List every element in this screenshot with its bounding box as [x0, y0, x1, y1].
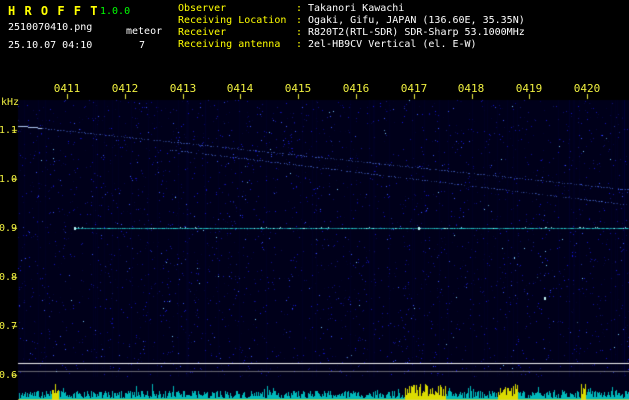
app-version: 1.0.0 [100, 6, 131, 17]
x-axis-tick-label: 0420 [573, 82, 601, 95]
y-axis-tick-label: 0.7 [0, 321, 17, 332]
info-separator: : [296, 3, 303, 14]
x-axis-tick-label: 0419 [515, 82, 543, 95]
x-axis-tick-label: 0411 [53, 82, 81, 95]
info-row-receiver: Receiver: R820T2(RTL-SDR) SDR-Sharp 53.10… [178, 27, 525, 38]
x-axis-tick-label: 0414 [226, 82, 254, 95]
info-separator: : [296, 27, 303, 38]
info-value: 2el-HB9CV Vertical (el. E-W) [308, 39, 477, 50]
y-axis-unit-label: kHz [1, 97, 20, 108]
y-axis-tick-label: 0.9 [0, 223, 17, 234]
echo-count: 7 [139, 40, 146, 51]
info-separator: : [296, 15, 303, 26]
spectrogram-canvas [0, 55, 629, 400]
x-axis-tick-label: 0412 [111, 82, 139, 95]
info-row-observer: Observer: Takanori Kawachi [178, 3, 404, 14]
output-filename: 2510070410.png [8, 22, 93, 33]
hrofft-window: H R O F F T 1.0.0 2510070410.png meteor … [0, 0, 629, 400]
y-axis-tick-label: 1.1 [0, 125, 17, 136]
app-title: H R O F F T [8, 4, 99, 18]
info-row-antenna: Receiving antenna:2el-HB9CV Vertical (el… [178, 39, 477, 50]
info-label: Observer [178, 3, 227, 14]
x-axis-tick-label: 0417 [400, 82, 428, 95]
info-separator: : [296, 39, 303, 50]
info-value: Takanori Kawachi [308, 3, 405, 14]
x-axis-tick-label: 0415 [284, 82, 312, 95]
mode-label: meteor [126, 26, 163, 37]
info-value: Ogaki, Gifu, JAPAN (136.60E, 35.35N) [308, 15, 525, 26]
observation-datetime: 25.10.07 04:10 [8, 40, 93, 51]
info-value: R820T2(RTL-SDR) SDR-Sharp 53.1000MHz [308, 27, 525, 38]
y-axis-tick-label: 0.8 [0, 272, 17, 283]
info-label: Receiving Location [178, 15, 287, 26]
x-axis-tick-label: 0418 [457, 82, 485, 95]
y-axis-tick-label: 1.0 [0, 174, 17, 185]
info-row-location: Receiving Location: Ogaki, Gifu, JAPAN (1… [178, 15, 525, 26]
info-label: Receiver [178, 27, 227, 38]
x-axis-tick-label: 0413 [169, 82, 197, 95]
x-axis-tick-label: 0416 [342, 82, 370, 95]
info-label: Receiving antenna [178, 39, 281, 50]
y-axis-tick-label: 0.6 [0, 370, 17, 381]
